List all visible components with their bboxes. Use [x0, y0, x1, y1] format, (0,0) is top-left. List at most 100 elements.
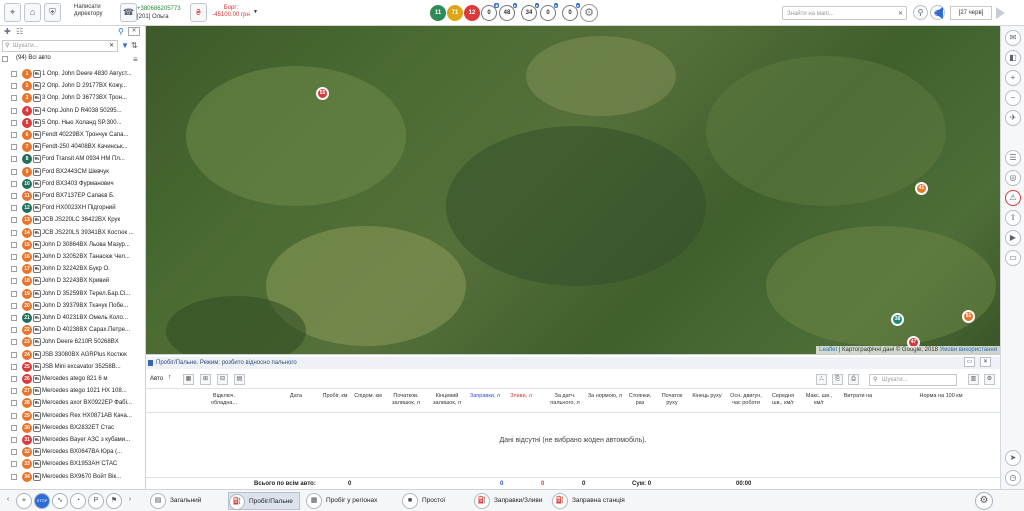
search-icon[interactable]: ⚲: [118, 27, 124, 36]
column-header[interactable]: За датч. пального, л: [546, 393, 584, 407]
map-marker[interactable]: 38: [891, 313, 904, 326]
vehicle-row[interactable]: 27 ⛟ Mercedes atego 1021 HX 108...: [0, 385, 145, 397]
video-icon[interactable]: ▶: [1005, 230, 1021, 246]
column-header[interactable]: Осн. двигун, час роботи: [726, 393, 766, 407]
emblem-icon[interactable]: ⛨: [44, 3, 61, 22]
vehicle-row[interactable]: 21 ⛟ John D 40231BX Омель Коло...: [0, 312, 145, 324]
chart-icon[interactable]: ▥: [968, 374, 979, 385]
vehicle-row[interactable]: 30 ⛟ Mercedes BX2832ET Стас: [0, 422, 145, 434]
vehicle-row[interactable]: 31 ⛟ Mercedes Bayer АЗС з кубами...: [0, 434, 145, 446]
date-selector[interactable]: [27 черв]: [950, 6, 992, 20]
vehicle-checkbox[interactable]: [11, 180, 17, 187]
group-checkbox[interactable]: [2, 56, 8, 62]
vehicle-checkbox[interactable]: [11, 424, 17, 431]
geozones-icon[interactable]: ◎: [1005, 170, 1021, 186]
vehicle-checkbox[interactable]: [11, 83, 17, 90]
groups-icon[interactable]: ☷: [16, 27, 23, 36]
vehicle-row[interactable]: 26 ⛟ Mercedes atego 821 6 м: [0, 373, 145, 385]
column-header[interactable]: Заправки, л: [468, 393, 502, 400]
clear-icon[interactable]: ✕: [898, 10, 903, 18]
wallet-icon[interactable]: ₴: [190, 3, 207, 22]
vehicle-row[interactable]: 29 ⛟ Mercedes Rex HX0871AB Кача...: [0, 410, 145, 422]
phone-icon[interactable]: ☎: [120, 3, 137, 22]
vehicle-row[interactable]: 17 ⛟ John D 32242BX Букр О.: [0, 263, 145, 275]
vehicle-checkbox[interactable]: [11, 400, 17, 407]
vehicle-checkbox[interactable]: [11, 315, 17, 321]
zoom-in-icon[interactable]: +: [1005, 70, 1021, 86]
vehicle-row[interactable]: 32 ⛟ Mercedes BX0647BA Юра (...: [0, 446, 145, 458]
close-panel-icon[interactable]: ✕: [128, 27, 140, 36]
history-icon[interactable]: ◷: [1005, 470, 1021, 486]
status-counter[interactable]: 0 ●: [540, 3, 558, 21]
flag-icon[interactable]: ⚑: [106, 493, 122, 509]
satellite-icon[interactable]: ✈: [1005, 110, 1021, 126]
vehicle-checkbox[interactable]: [11, 437, 17, 443]
vehicle-checkbox[interactable]: [11, 241, 17, 248]
layers-icon[interactable]: ☰: [1005, 150, 1021, 166]
vehicle-row[interactable]: 6 ⛟ Fendt 40229BX Трончук Сапа...: [0, 129, 145, 141]
grid-icon[interactable]: ▤: [234, 374, 245, 385]
vehicle-checkbox[interactable]: [11, 278, 17, 285]
column-header[interactable]: Витрати на: [836, 393, 880, 400]
vehicle-checkbox[interactable]: [11, 302, 17, 309]
search-icon[interactable]: ⚲: [913, 5, 928, 20]
map-marker[interactable]: 41: [915, 182, 928, 195]
vehicle-checkbox[interactable]: [11, 388, 17, 395]
vehicle-row[interactable]: 34 ⛟ Mercedes BX9670 Войт Вік...: [0, 471, 145, 483]
status-counter[interactable]: 71: [447, 5, 463, 21]
status-counter[interactable]: 0 ●: [562, 3, 580, 21]
vehicle-row[interactable]: 5 ⛟ 5 Опр. Нью Холанд SP.300...: [0, 117, 145, 129]
export-excel-icon[interactable]: ⎘: [832, 374, 843, 385]
vehicle-checkbox[interactable]: [11, 132, 17, 138]
vehicle-row[interactable]: 9 ⛟ Ford BX2443CM Шевчук: [0, 166, 145, 178]
chevron-down-icon[interactable]: ▼: [253, 9, 258, 15]
vehicle-checkbox[interactable]: [11, 217, 17, 224]
vehicle-row[interactable]: 16 ⛟ John D 32052BX Танасюк Чел...: [0, 251, 145, 263]
map-view[interactable]: 55 41 38 51 47 Leaflet | Картографічні д…: [146, 26, 1000, 354]
column-header[interactable]: Норма на 100 км: [886, 393, 996, 400]
vehicle-row[interactable]: 28 ⛟ Mercedes axor BX0922EP Фабі...: [0, 397, 145, 409]
location-icon[interactable]: ⌖: [16, 493, 32, 509]
home-icon[interactable]: ⌂: [24, 3, 41, 22]
column-header[interactable]: Дата: [266, 393, 326, 400]
status-counter[interactable]: 11: [430, 5, 446, 21]
column-header[interactable]: Стоянки, раз: [626, 393, 654, 407]
vehicle-checkbox[interactable]: [11, 461, 17, 468]
vehicle-row[interactable]: 4 ⛟ 4 Опр.John D R4038 50295...: [0, 105, 145, 117]
vehicle-checkbox[interactable]: [11, 71, 17, 77]
screen-icon[interactable]: ▭: [1005, 250, 1021, 266]
column-header[interactable]: Початков. залишок, л: [386, 393, 426, 407]
minimize-icon[interactable]: ▭: [964, 357, 975, 367]
vehicle-row[interactable]: 33 ⛟ Mercedes BX1953AH СТАС: [0, 458, 145, 470]
status-counter[interactable]: 12: [464, 5, 480, 21]
report-tab[interactable]: ■ Простої: [402, 492, 445, 510]
vehicle-row[interactable]: 25 ⛟ JSB Mini excavator 35258B...: [0, 361, 145, 373]
collapse-icon[interactable]: ⊟: [217, 374, 228, 385]
vehicle-row[interactable]: 15 ⛟ John D 30864BX Льова Мазур...: [0, 239, 145, 251]
column-header[interactable]: Зливи, л: [504, 393, 538, 400]
vehicle-checkbox[interactable]: [11, 254, 17, 260]
vehicle-checkbox[interactable]: [11, 376, 17, 382]
vehicle-checkbox[interactable]: [11, 95, 17, 102]
route-icon[interactable]: ∿: [52, 493, 68, 509]
vehicle-row[interactable]: 22 ⛟ John D 40238BX Сарах.Петре...: [0, 324, 145, 336]
write-director-button[interactable]: Написати директору ▼: [74, 4, 125, 18]
terms-link[interactable]: Умови використання: [940, 347, 997, 353]
vehicle-row[interactable]: 2 ⛟ 2 Опр. John D 29177BX Кожу...: [0, 80, 145, 92]
column-header[interactable]: Середня шв., км/г: [766, 393, 800, 407]
expand-icon[interactable]: ⊞: [200, 374, 211, 385]
leaflet-link[interactable]: Leaflet: [819, 347, 837, 353]
speed-icon[interactable]: ◔: [70, 493, 86, 509]
column-header[interactable]: Макс. шв., км/г: [804, 393, 834, 407]
vehicle-row[interactable]: 1 ⛟ 1 Опр. John Deere 4830 Август...: [0, 68, 145, 80]
table-icon[interactable]: ▦: [183, 374, 194, 385]
map-marker[interactable]: 55: [316, 87, 329, 100]
gear-icon[interactable]: ⚙: [580, 4, 598, 22]
status-counter[interactable]: 0 ₴: [481, 3, 499, 21]
vehicle-checkbox[interactable]: [11, 205, 17, 212]
group-report-icon[interactable]: ⛬: [816, 374, 827, 385]
alarm-icon[interactable]: ⚠: [1005, 190, 1021, 206]
report-tab[interactable]: ▤ Загальний: [150, 492, 201, 510]
vehicle-row[interactable]: 20 ⛟ John D 39379BX Ткачук Побе...: [0, 300, 145, 312]
sort-icon[interactable]: ⇅: [131, 41, 138, 50]
